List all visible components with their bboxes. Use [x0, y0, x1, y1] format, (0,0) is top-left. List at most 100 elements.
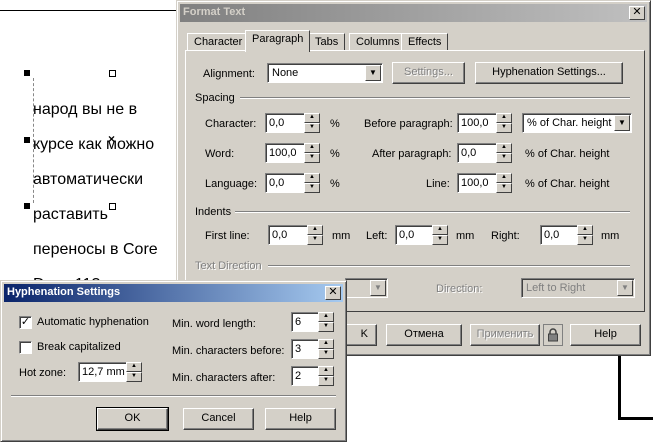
min-characters-after-input[interactable]: 2 — [291, 366, 319, 386]
spin-up-icon[interactable]: ▲ — [496, 173, 512, 183]
tab-character[interactable]: Character — [187, 33, 250, 51]
before-paragraph-label: Before paragraph: — [364, 118, 453, 130]
first-line-label: First line: — [205, 230, 250, 242]
apply-button[interactable]: Применить — [470, 324, 540, 346]
close-button[interactable]: ✕ — [629, 6, 645, 20]
spin-up-icon[interactable]: ▲ — [304, 113, 320, 123]
mm-unit: mm — [601, 230, 620, 242]
spin-up-icon[interactable]: ▲ — [304, 143, 320, 153]
tab-columns[interactable]: Columns — [349, 33, 407, 51]
spin-up-icon[interactable]: ▲ — [318, 366, 334, 376]
close-icon: ✕ — [632, 6, 642, 18]
spin-up-icon[interactable]: ▲ — [432, 225, 448, 235]
automatic-hyphenation-label: Automatic hyphenation — [37, 316, 149, 328]
automatic-hyphenation-checkbox[interactable]: ✓ — [19, 316, 32, 329]
tab-effects[interactable]: Effects — [401, 33, 449, 51]
selection-handle[interactable] — [109, 70, 116, 77]
spin-up-icon[interactable]: ▲ — [496, 113, 512, 123]
tab-tabs[interactable]: Tabs — [308, 33, 346, 51]
right-indent-stepper[interactable]: ▲ ▼ — [577, 225, 593, 245]
spin-down-icon[interactable]: ▼ — [432, 235, 448, 245]
chevron-down-icon[interactable]: ▼ — [365, 65, 381, 81]
spin-up-icon[interactable]: ▲ — [126, 362, 142, 372]
chevron-down-icon[interactable]: ▼ — [370, 280, 386, 296]
selection-handle[interactable] — [24, 70, 30, 76]
percent-unit: % — [330, 118, 340, 130]
hot-zone-input[interactable]: 12,7 mm — [78, 362, 127, 382]
text-line: народ вы не в — [33, 100, 138, 118]
chevron-down-icon[interactable]: ▼ — [617, 280, 633, 296]
hyphenation-settings-button[interactable]: Hyphenation Settings... — [475, 62, 623, 84]
spin-down-icon[interactable]: ▼ — [496, 183, 512, 193]
tab-paragraph[interactable]: Paragraph — [245, 30, 311, 52]
spin-down-icon[interactable]: ▼ — [304, 153, 320, 163]
direction-select[interactable]: Left to Right ▼ — [521, 278, 635, 298]
spin-down-icon[interactable]: ▼ — [126, 372, 142, 382]
character-spacing-input[interactable]: 0,0 — [265, 113, 305, 133]
dialog-title: Format Text — [183, 6, 246, 18]
word-spacing-input[interactable]: 100,0 — [265, 143, 305, 163]
spin-down-icon[interactable]: ▼ — [496, 153, 512, 163]
paragraph-text[interactable]: народ вы не в курсе как можно автоматиче… — [33, 83, 183, 311]
line-spacing-stepper[interactable]: ▲ ▼ — [496, 173, 512, 193]
before-paragraph-stepper[interactable]: ▲ ▼ — [496, 113, 512, 133]
hyphenation-titlebar[interactable]: Hyphenation Settings ✕ — [4, 284, 343, 302]
spin-down-icon[interactable]: ▼ — [318, 376, 334, 386]
spin-down-icon[interactable]: ▼ — [577, 235, 593, 245]
first-line-input[interactable]: 0,0 — [268, 225, 308, 245]
language-spacing-input[interactable]: 0,0 — [265, 173, 305, 193]
spin-up-icon[interactable]: ▲ — [307, 225, 323, 235]
min-word-length-stepper[interactable]: ▲ ▼ — [318, 312, 334, 332]
min-characters-before-stepper[interactable]: ▲ ▼ — [318, 339, 334, 359]
spin-up-icon[interactable]: ▲ — [318, 312, 334, 322]
min-word-length-label: Min. word length: — [172, 318, 256, 330]
settings-button[interactable]: Settings... — [392, 62, 465, 84]
orientation-select[interactable]: ▼ — [345, 278, 388, 298]
spin-down-icon[interactable]: ▼ — [304, 123, 320, 133]
selection-handle[interactable] — [24, 137, 30, 143]
spin-up-icon[interactable]: ▲ — [577, 225, 593, 235]
hot-zone-stepper[interactable]: ▲ ▼ — [126, 362, 142, 382]
before-paragraph-unit-select[interactable]: % of Char. height ▼ — [522, 113, 632, 133]
spin-down-icon[interactable]: ▼ — [304, 183, 320, 193]
spin-up-icon[interactable]: ▲ — [496, 143, 512, 153]
min-characters-after-stepper[interactable]: ▲ ▼ — [318, 366, 334, 386]
spin-up-icon[interactable]: ▲ — [304, 173, 320, 183]
word-spacing-stepper[interactable]: ▲ ▼ — [304, 143, 320, 163]
cancel-button[interactable]: Отмена — [386, 324, 462, 346]
close-icon: ✕ — [328, 286, 338, 298]
spin-down-icon[interactable]: ▼ — [318, 349, 334, 359]
min-word-length-input[interactable]: 6 — [291, 312, 319, 332]
cancel-button[interactable]: Cancel — [183, 408, 254, 430]
right-indent-input[interactable]: 0,0 — [540, 225, 578, 245]
first-line-stepper[interactable]: ▲ ▼ — [307, 225, 323, 245]
left-indent-input[interactable]: 0,0 — [395, 225, 433, 245]
percent-unit: % — [330, 148, 340, 160]
spin-down-icon[interactable]: ▼ — [318, 322, 334, 332]
chevron-down-icon[interactable]: ▼ — [614, 115, 630, 131]
spin-down-icon[interactable]: ▼ — [307, 235, 323, 245]
left-indent-stepper[interactable]: ▲ ▼ — [432, 225, 448, 245]
lock-icon[interactable] — [543, 324, 563, 346]
after-paragraph-input[interactable]: 0,0 — [457, 143, 497, 163]
spin-up-icon[interactable]: ▲ — [318, 339, 334, 349]
min-characters-before-input[interactable]: 3 — [291, 339, 319, 359]
close-button[interactable]: ✕ — [325, 286, 341, 300]
help-button[interactable]: Help — [265, 408, 336, 430]
selection-handle[interactable] — [24, 203, 30, 209]
spin-down-icon[interactable]: ▼ — [496, 123, 512, 133]
before-paragraph-input[interactable]: 100,0 — [457, 113, 497, 133]
text-line: раставить — [33, 205, 108, 223]
ok-button[interactable]: OK — [96, 407, 169, 431]
character-spacing-stepper[interactable]: ▲ ▼ — [304, 113, 320, 133]
after-paragraph-stepper[interactable]: ▲ ▼ — [496, 143, 512, 163]
alignment-select[interactable]: None ▼ — [267, 63, 383, 83]
language-spacing-stepper[interactable]: ▲ ▼ — [304, 173, 320, 193]
break-capitalized-checkbox[interactable] — [19, 341, 32, 354]
format-text-titlebar[interactable]: Format Text ✕ — [180, 4, 647, 22]
min-characters-after-label: Min. characters after: — [172, 372, 276, 384]
help-button[interactable]: Help — [570, 324, 641, 346]
text-direction-separator — [268, 265, 630, 267]
line-spacing-input[interactable]: 100,0 — [457, 173, 497, 193]
after-paragraph-unit: % of Char. height — [525, 148, 610, 160]
